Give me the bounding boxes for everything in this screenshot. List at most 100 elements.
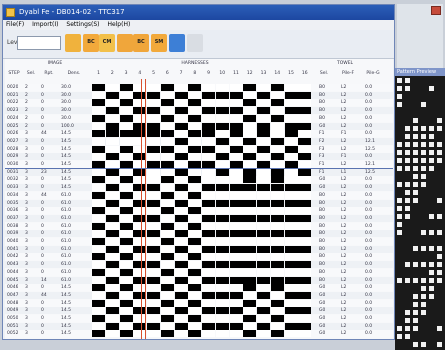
harness-cell[interactable] <box>298 153 312 161</box>
harness-cell[interactable] <box>298 245 312 253</box>
harness-cell[interactable] <box>257 307 270 315</box>
harness-cell[interactable] <box>202 107 215 115</box>
harness-cell[interactable] <box>257 199 270 207</box>
harness-cell[interactable] <box>174 122 188 130</box>
harness-cell[interactable] <box>119 230 133 238</box>
harness-cell[interactable] <box>229 122 243 130</box>
harness-cell[interactable] <box>243 307 257 315</box>
harness-cell[interactable] <box>119 91 133 99</box>
harness-cell[interactable] <box>243 315 257 322</box>
harness-cell[interactable] <box>92 184 105 192</box>
level-input[interactable] <box>17 36 61 50</box>
harness-cell[interactable] <box>270 214 284 222</box>
menu-import[interactable]: Import(I) <box>29 20 61 30</box>
harness-cell[interactable] <box>119 291 133 299</box>
harness-cell[interactable] <box>119 107 133 115</box>
harness-cell[interactable] <box>257 238 270 245</box>
harness-cell[interactable] <box>105 322 119 330</box>
harness-cell[interactable] <box>188 245 202 253</box>
harness-cell[interactable] <box>147 137 160 145</box>
harness-cell[interactable] <box>105 122 119 130</box>
harness-cell[interactable] <box>229 315 243 322</box>
harness-cell[interactable] <box>105 330 119 338</box>
harness-cell[interactable] <box>92 253 105 261</box>
harness-cell[interactable] <box>105 199 119 207</box>
harness-cell[interactable] <box>298 91 312 99</box>
harness-cell[interactable] <box>284 284 298 292</box>
harness-cell[interactable] <box>257 315 270 322</box>
harness-cell[interactable] <box>92 261 105 269</box>
harness-cell[interactable] <box>174 276 188 284</box>
harness-cell[interactable] <box>215 199 229 207</box>
harness-cell[interactable] <box>202 276 215 284</box>
harness-cell[interactable] <box>147 261 160 269</box>
harness-cell[interactable] <box>243 261 257 269</box>
harness-cell[interactable] <box>284 238 298 245</box>
harness-cell[interactable] <box>298 191 312 199</box>
harness-cell[interactable] <box>270 238 284 245</box>
badge-cm-icon[interactable]: CM <box>99 34 115 52</box>
harness-cell[interactable] <box>92 284 105 292</box>
harness-cell[interactable] <box>243 330 257 338</box>
harness-cell[interactable] <box>243 176 257 184</box>
harness-cell[interactable] <box>160 245 174 253</box>
harness-cell[interactable] <box>160 176 174 184</box>
harness-cell[interactable] <box>229 199 243 207</box>
harness-cell[interactable] <box>160 122 174 130</box>
harness-cell[interactable] <box>188 137 202 145</box>
window-icon[interactable] <box>169 34 185 52</box>
harness-cell[interactable] <box>229 137 243 145</box>
harness-cell[interactable] <box>243 153 257 161</box>
harness-cell[interactable] <box>147 214 160 222</box>
harness-cell[interactable] <box>147 114 160 122</box>
harness-cell[interactable] <box>147 191 160 199</box>
harness-cell[interactable] <box>147 176 160 184</box>
harness-cell[interactable] <box>188 307 202 315</box>
harness-cell[interactable] <box>174 168 188 176</box>
harness-cell[interactable] <box>188 276 202 284</box>
harness-cell[interactable] <box>298 276 312 284</box>
harness-cell[interactable] <box>215 284 229 292</box>
harness-cell[interactable] <box>270 99 284 107</box>
harness-cell[interactable] <box>257 299 270 307</box>
harness-cell[interactable] <box>270 207 284 215</box>
harness-cell[interactable] <box>202 161 215 168</box>
harness-cell[interactable] <box>188 130 202 138</box>
menu-help[interactable]: Help(H) <box>104 20 133 30</box>
harness-cell[interactable] <box>119 330 133 338</box>
harness-cell[interactable] <box>105 184 119 192</box>
harness-cell[interactable] <box>105 245 119 253</box>
harness-cell[interactable] <box>298 168 312 176</box>
harness-cell[interactable] <box>257 84 270 91</box>
harness-cell[interactable] <box>188 199 202 207</box>
harness-cell[interactable] <box>105 268 119 276</box>
harness-cell[interactable] <box>160 284 174 292</box>
harness-cell[interactable] <box>202 268 215 276</box>
harness-cell[interactable] <box>229 291 243 299</box>
harness-cell[interactable] <box>202 145 215 153</box>
harness-cell[interactable] <box>174 238 188 245</box>
harness-cell[interactable] <box>105 299 119 307</box>
harness-cell[interactable] <box>270 114 284 122</box>
harness-cell[interactable] <box>257 222 270 230</box>
harness-cell[interactable] <box>229 176 243 184</box>
harness-cell[interactable] <box>119 238 133 245</box>
harness-cell[interactable] <box>147 130 160 138</box>
harness-cell[interactable] <box>270 307 284 315</box>
harness-cell[interactable] <box>270 276 284 284</box>
harness-cell[interactable] <box>147 253 160 261</box>
harness-cell[interactable] <box>284 276 298 284</box>
harness-cell[interactable] <box>174 330 188 338</box>
harness-cell[interactable] <box>270 184 284 192</box>
harness-cell[interactable] <box>202 307 215 315</box>
harness-cell[interactable] <box>160 291 174 299</box>
harness-cell[interactable] <box>188 191 202 199</box>
harness-cell[interactable] <box>270 261 284 269</box>
harness-cell[interactable] <box>284 168 298 176</box>
harness-cell[interactable] <box>105 99 119 107</box>
harness-cell[interactable] <box>298 84 312 91</box>
harness-cell[interactable] <box>105 161 119 168</box>
harness-cell[interactable] <box>160 322 174 330</box>
harness-cell[interactable] <box>202 176 215 184</box>
harness-cell[interactable] <box>215 253 229 261</box>
